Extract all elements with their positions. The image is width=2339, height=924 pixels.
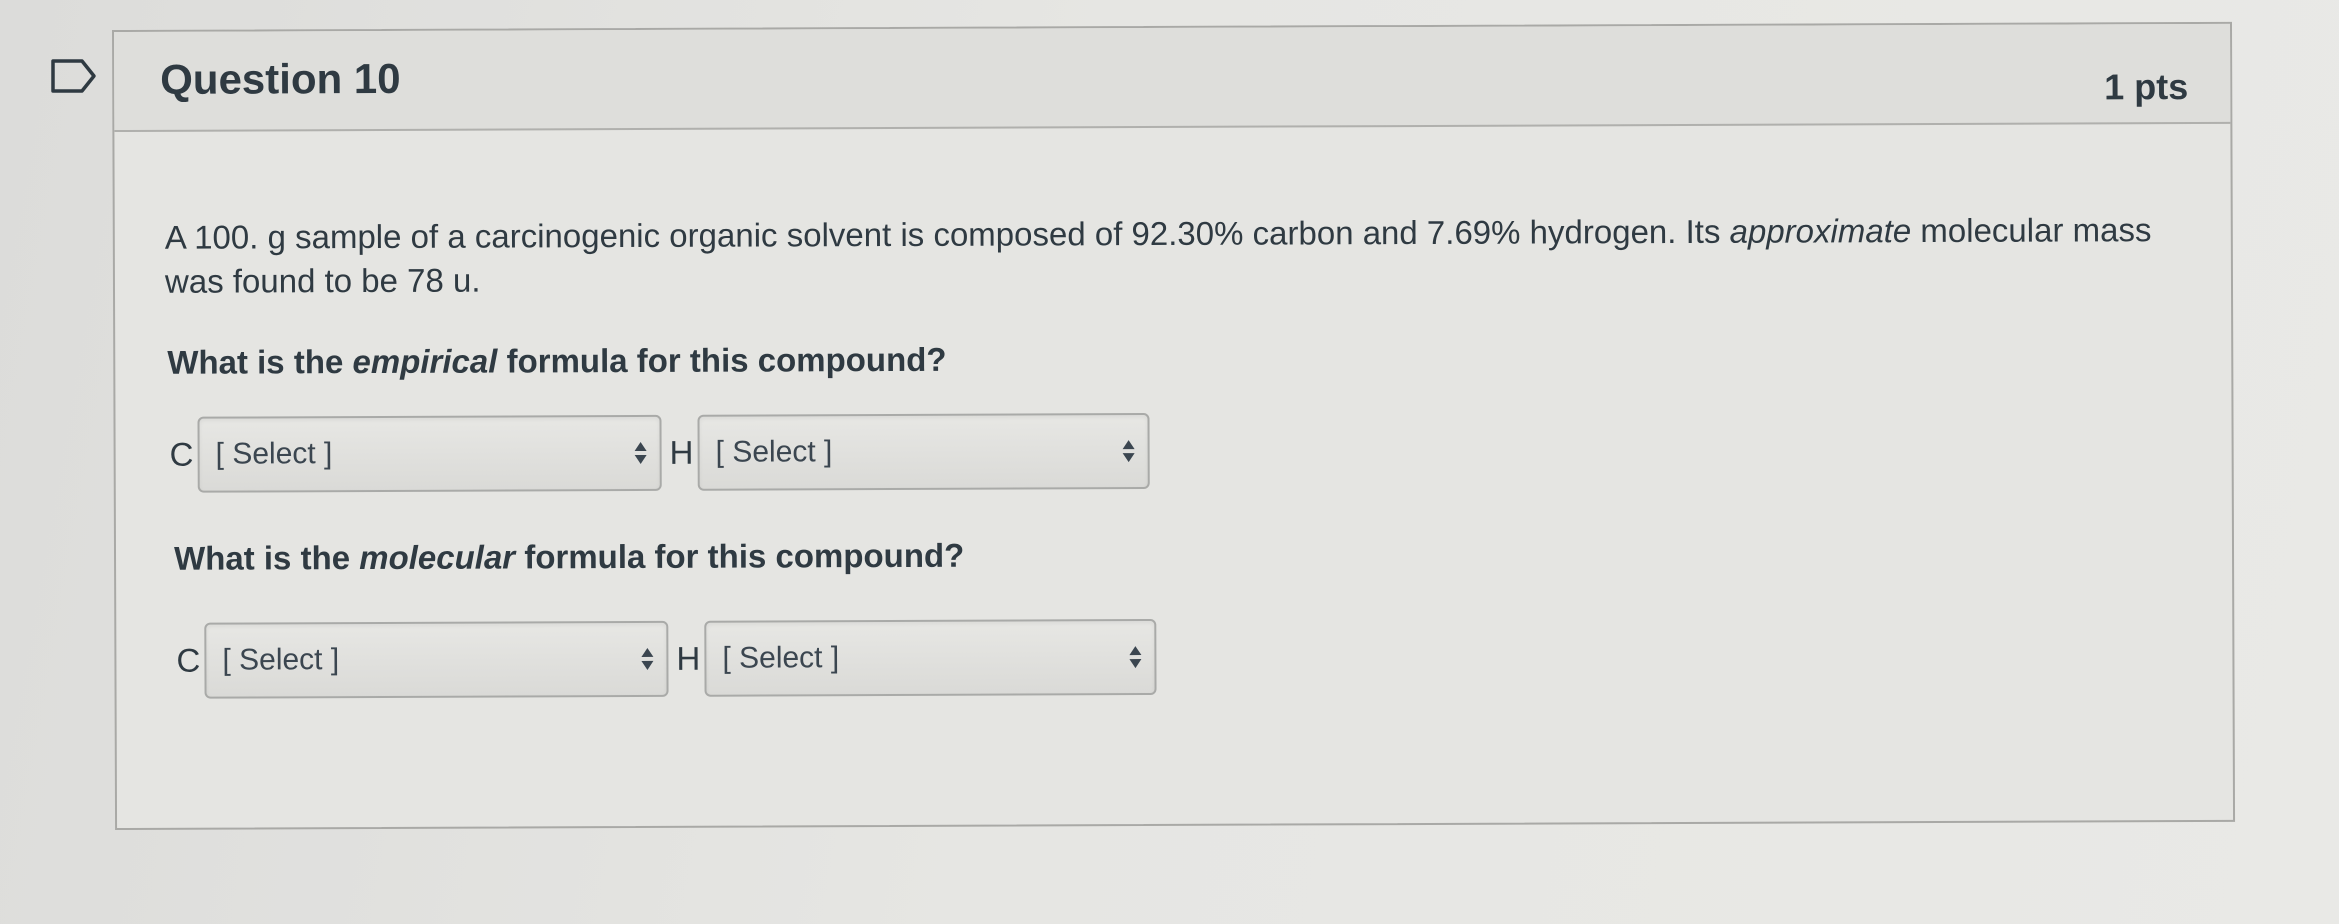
question-card: Question 10 1 pts A 100. g sample of a c… xyxy=(112,21,2236,830)
empirical-hydrogen-select[interactable]: [ Select ] xyxy=(697,413,1150,491)
question-body: A 100. g sample of a carcinogenic organi… xyxy=(114,124,2232,700)
empirical-formula-row: C [ Select ] H [ Select ] xyxy=(169,408,2183,494)
select-value: [ Select ] xyxy=(215,437,333,471)
select-value: [ Select ] xyxy=(722,641,840,675)
emphasis-text: approximate xyxy=(1729,212,1912,250)
question-title: Question 10 xyxy=(160,54,401,103)
question-header: Question 10 1 pts xyxy=(114,23,2231,132)
question-prompt: A 100. g sample of a carcinogenic organi… xyxy=(164,211,2152,300)
empirical-carbon-select[interactable]: [ Select ] xyxy=(197,414,662,493)
sort-arrows-icon xyxy=(1122,440,1135,463)
question-points: 1 pts xyxy=(2104,66,2189,108)
carbon-symbol: C xyxy=(169,435,194,473)
molecular-carbon-select[interactable]: [ Select ] xyxy=(204,620,669,699)
select-value: [ Select ] xyxy=(222,643,340,677)
molecular-formula-row: C [ Select ] H [ Select ] xyxy=(176,614,2184,700)
empirical-question: What is the empirical formula for this c… xyxy=(167,340,947,381)
sort-arrows-icon xyxy=(1129,646,1142,669)
sort-arrows-icon xyxy=(634,441,647,464)
molecular-hydrogen-select[interactable]: [ Select ] xyxy=(704,618,1157,697)
sort-arrows-icon xyxy=(641,647,654,670)
carbon-symbol: C xyxy=(176,641,201,679)
select-value: [ Select ] xyxy=(715,435,833,469)
hydrogen-symbol: H xyxy=(669,433,694,471)
hydrogen-symbol: H xyxy=(676,639,701,677)
flag-question-icon[interactable] xyxy=(50,58,98,94)
molecular-question: What is the molecular formula for this c… xyxy=(173,536,965,577)
